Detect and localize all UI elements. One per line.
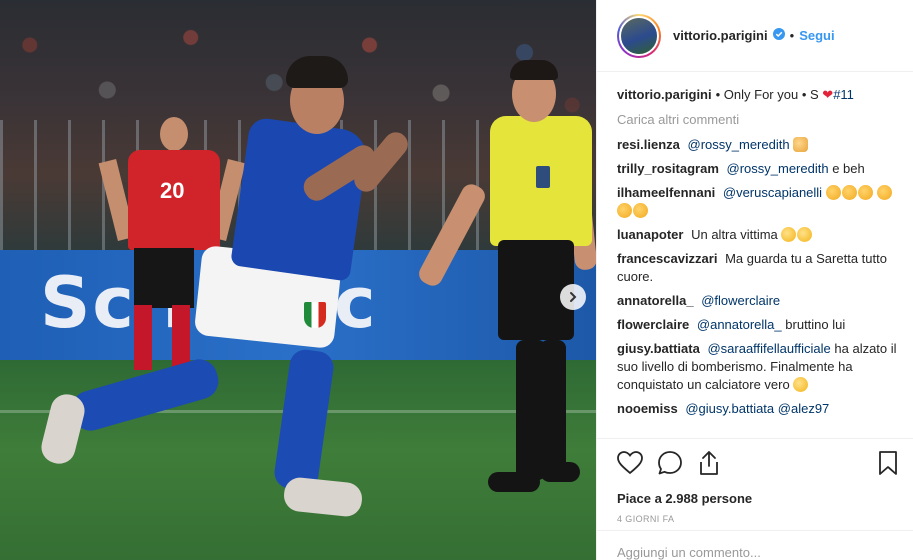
comment-mention[interactable]: @flowerclaire (701, 293, 780, 308)
laughing-emoji-icon (797, 227, 813, 242)
comment-mention[interactable]: @giusy.battiata (685, 401, 774, 416)
comment-icon[interactable] (657, 450, 683, 476)
heart-icon[interactable] (617, 451, 643, 475)
caption-text: • Only For you • S (715, 87, 819, 102)
instagram-post: Sc i se c 20 (0, 0, 913, 560)
comment-username[interactable]: resi.lienza (617, 137, 680, 152)
comment-mention[interactable]: @annatorella_ (697, 317, 782, 332)
comment-username[interactable]: trilly_rositagram (617, 161, 719, 176)
load-more-comments-link[interactable]: Carica altri commenti (617, 112, 899, 127)
comment-username[interactable]: ilhameelfennani (617, 185, 715, 200)
clap-emoji-icon (857, 185, 873, 200)
laughing-emoji-icon (781, 227, 797, 242)
list-item: trilly_rositagram @rossy_meredith e beh (617, 160, 899, 178)
comment-mention[interactable]: @saraaffifellaufficiale (707, 341, 830, 356)
list-item: flowerclaire @annatorella_ bruttino lui (617, 316, 899, 334)
comment-mention[interactable]: @rossy_meredith (688, 137, 790, 152)
comment-text: Un altra vittima (691, 227, 778, 242)
italy-crest (304, 302, 326, 328)
comment-mention[interactable]: @veruscapianelli (723, 185, 822, 200)
comment-username[interactable]: annatorella_ (617, 293, 694, 308)
list-item: ilhameelfennani @veruscapianelli (617, 184, 899, 220)
follow-button[interactable]: Segui (799, 28, 834, 43)
list-item: nooemiss @giusy.battiata @alez97 (617, 400, 899, 418)
avatar[interactable] (617, 13, 661, 58)
comment-username[interactable]: francescavizzari (617, 251, 717, 266)
post-photo[interactable]: Sc i se c 20 (0, 0, 596, 560)
caption-username[interactable]: vittorio.parigini (617, 87, 712, 102)
add-comment-input[interactable]: Aggiungi un commento... (597, 530, 913, 560)
post-timestamp[interactable]: 4 GIORNI FA (617, 514, 898, 524)
header-username[interactable]: vittorio.parigini (673, 28, 768, 43)
list-item: resi.lienza @rossy_meredith (617, 136, 899, 154)
heart-emoji-icon: ❤ (822, 87, 834, 102)
comment-mention[interactable]: @alez97 (778, 401, 830, 416)
comment-mention[interactable]: @rossy_meredith (727, 161, 829, 176)
post-header: vittorio.parigini • Segui (597, 0, 913, 72)
comment-text: bruttino lui (785, 317, 846, 332)
clap-emoji-icon (825, 185, 841, 200)
caption-hashtag[interactable]: #11 (833, 87, 854, 102)
comment-username[interactable]: nooemiss (617, 401, 678, 416)
bookmark-icon[interactable] (878, 450, 898, 476)
verified-badge-icon (772, 28, 785, 43)
action-icons (617, 449, 898, 477)
header-separator: • (789, 28, 795, 43)
player-number: 20 (160, 178, 185, 203)
share-icon[interactable] (697, 450, 721, 476)
comment-username[interactable]: luanapoter (617, 227, 683, 242)
likes-count[interactable]: Piace a 2.988 persone (617, 491, 898, 506)
praying-hands-emoji-icon (793, 137, 809, 152)
clap-emoji-icon (617, 203, 632, 218)
chevron-right-icon (570, 292, 577, 302)
comment-username[interactable]: flowerclaire (617, 317, 689, 332)
list-item: luanapoter Un altra vittima (617, 226, 899, 244)
comment-text: e beh (832, 161, 865, 176)
post-actions: Piace a 2.988 persone 4 GIORNI FA (597, 438, 913, 524)
clap-emoji-icon (841, 185, 857, 200)
caption: vittorio.parigini • Only For you • S ❤#11 (617, 86, 899, 104)
laughing-emoji-icon (793, 377, 809, 392)
comment-username[interactable]: giusy.battiata (617, 341, 700, 356)
next-image-button[interactable] (560, 284, 586, 310)
clap-emoji-icon (877, 185, 893, 200)
list-item: francescavizzari Ma guarda tu a Saretta … (617, 250, 899, 286)
list-item: annatorella_ @flowerclaire (617, 292, 899, 310)
list-item: giusy.battiata @saraaffifellaufficiale h… (617, 340, 899, 394)
clap-emoji-icon (633, 203, 648, 218)
post-sidebar: vittorio.parigini • Segui vittorio.parig… (596, 0, 913, 560)
comments-list: vittorio.parigini • Only For you • S ❤#11… (597, 72, 913, 438)
